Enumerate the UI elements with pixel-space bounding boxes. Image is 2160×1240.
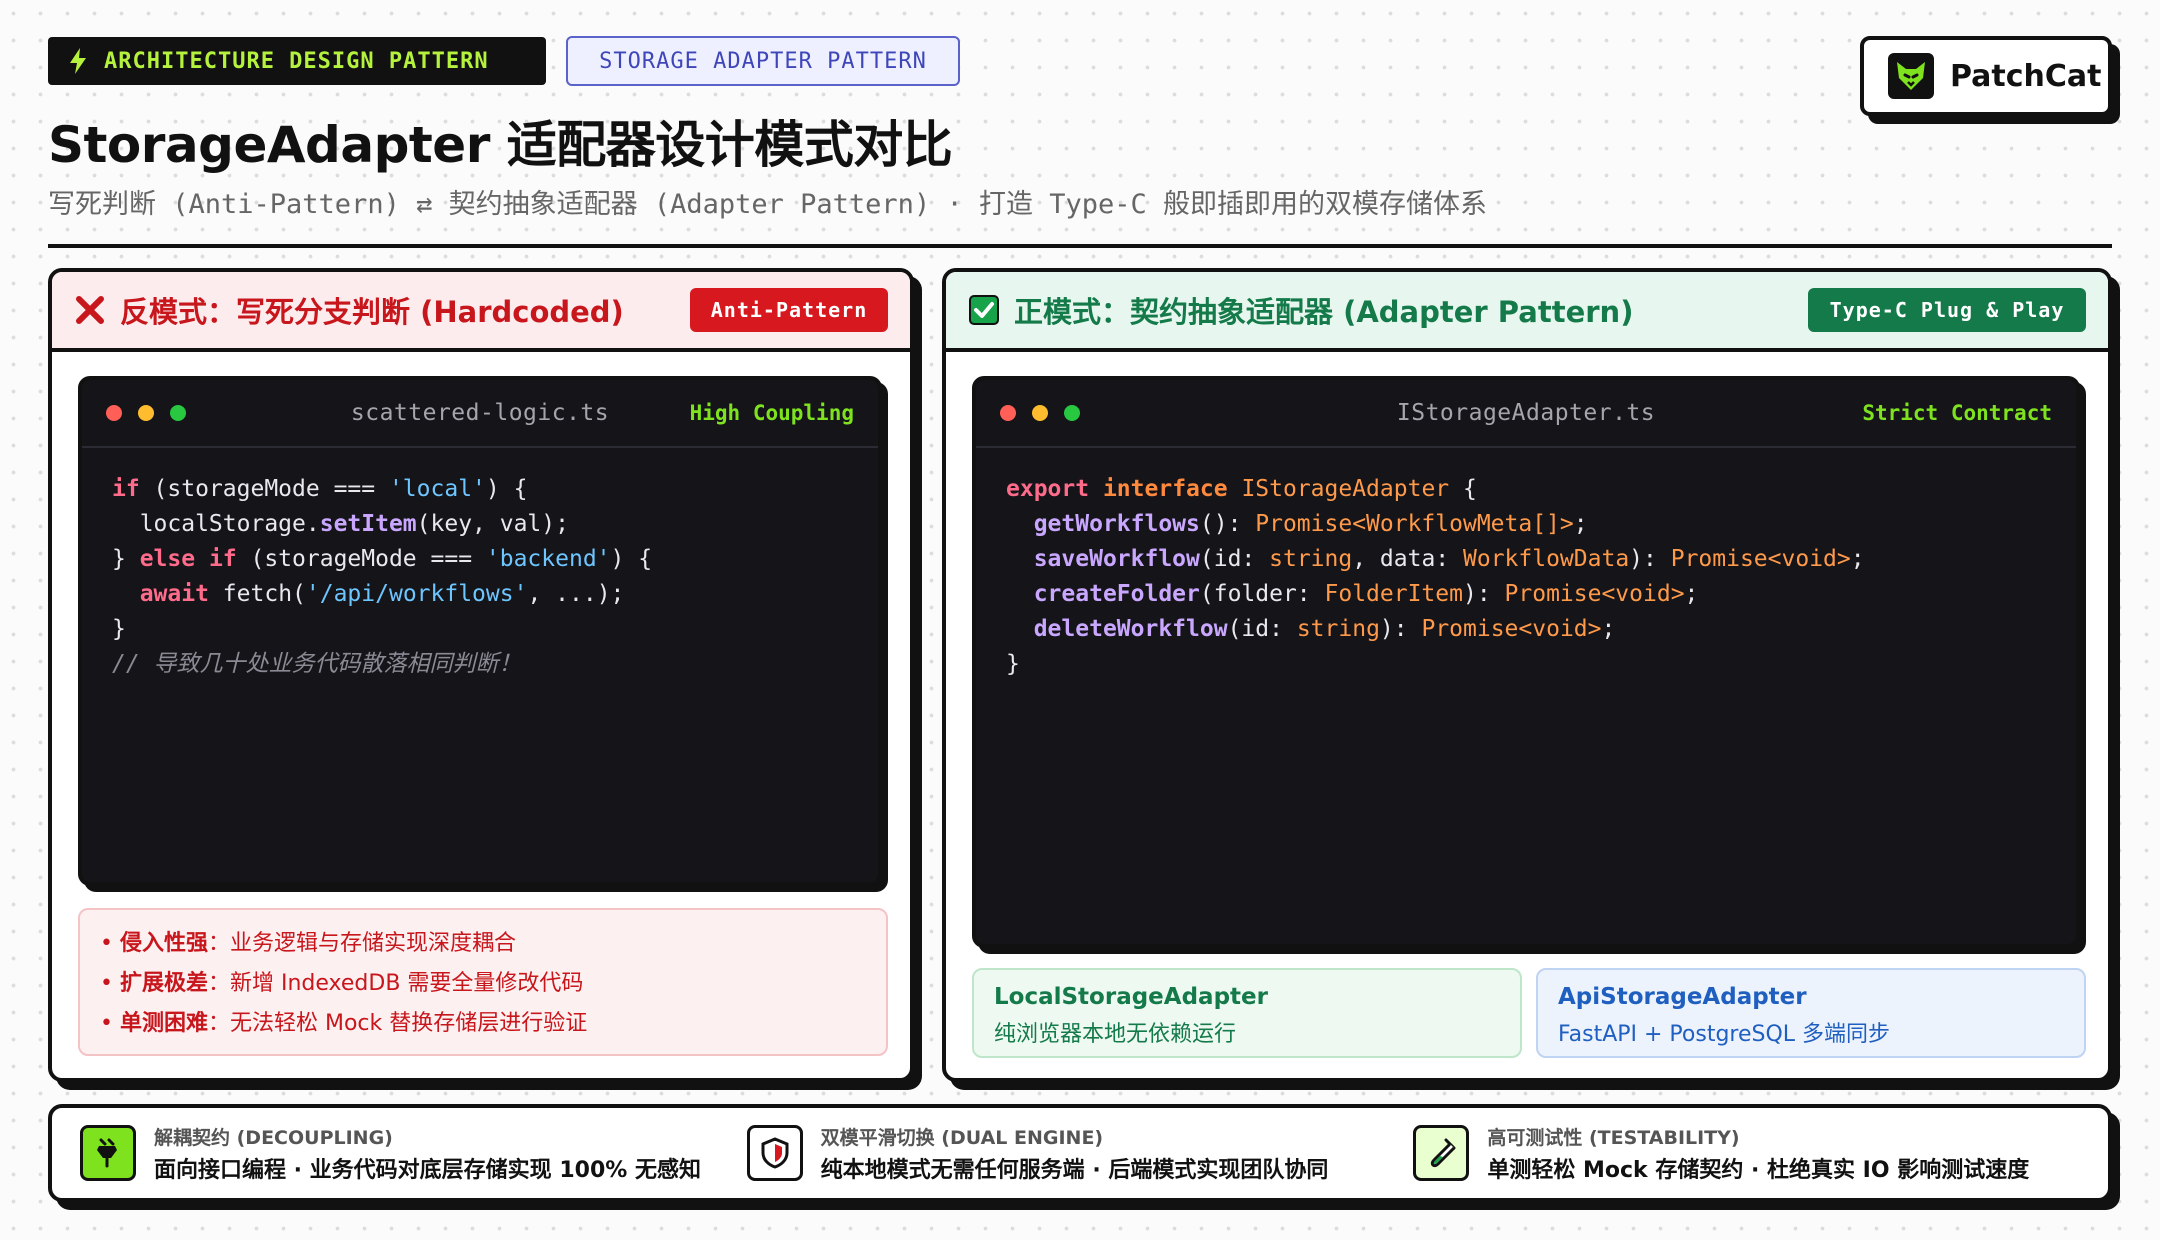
maximize-dot-icon (1064, 405, 1080, 421)
window-dots (1000, 405, 1080, 421)
features-footer: 解耦契约 (DECOUPLING) 面向接口编程 · 业务代码对底层存储实现 1… (48, 1104, 2112, 1202)
shield-icon (746, 1125, 803, 1181)
feature-description: 纯本地模式无需任何服务端 · 后端模式实现团队协同 (820, 1157, 1329, 1183)
code-line: } (112, 616, 126, 642)
adapter-pattern-badge: Type-C Plug & Play (1808, 288, 2086, 332)
adapter-code-titlebar: IStorageAdapter.ts Strict Contract (976, 380, 2076, 448)
drawback-item: • 侵入性强：业务逻辑与存储实现深度耦合 (100, 931, 517, 956)
anti-pattern-badge: Anti-Pattern (690, 288, 888, 332)
code-line: localStorage.setItem(key, val); (112, 511, 569, 537)
drawback-item: • 单测困难：无法轻松 Mock 替换存储层进行验证 (100, 1011, 588, 1036)
adapter-pattern-panel: 正模式：契约抽象适配器 (Adapter Pattern) Type-C Plu… (942, 268, 2112, 1082)
architecture-tag-label: ARCHITECTURE DESIGN PATTERN (104, 48, 489, 74)
storage-pattern-tag: STORAGE ADAPTER PATTERN (566, 36, 960, 86)
page-subtitle: 写死判断 (Anti-Pattern) ⇄ 契约抽象适配器 (Adapter P… (48, 189, 1488, 220)
local-storage-adapter-card: LocalStorageAdapter 纯浏览器本地无依赖运行 (972, 968, 1522, 1058)
anti-code-titlebar: scattered-logic.ts High Coupling (82, 380, 878, 448)
feature-dual-engine: 双模平滑切换 (DUAL ENGINE) 纯本地模式无需任何服务端 · 后端模式… (746, 1123, 1414, 1184)
minimize-dot-icon (138, 405, 154, 421)
code-line: await fetch('/api/workflows', ...); (139, 581, 625, 607)
anti-pattern-title: 反模式：写死分支判断 (Hardcoded) (120, 295, 624, 329)
test-tube-icon (1413, 1125, 1470, 1181)
adapter-name: ApiStorageAdapter (1558, 984, 1807, 1010)
anti-pattern-panel: 反模式：写死分支判断 (Hardcoded) Anti-Pattern scat… (48, 268, 914, 1082)
minimize-dot-icon (1032, 405, 1048, 421)
adapter-pattern-title: 正模式：契约抽象适配器 (Adapter Pattern) (1014, 295, 1634, 329)
anti-code-window: scattered-logic.ts High Coupling if (sto… (78, 376, 882, 886)
check-icon (968, 294, 1000, 326)
code-line: deleteWorkflow(id: string): Promise<void… (1033, 616, 1616, 642)
adapter-name: LocalStorageAdapter (994, 984, 1268, 1010)
close-dot-icon (1000, 405, 1016, 421)
code-line: saveWorkflow(id: string, data: WorkflowD… (1033, 546, 1865, 572)
code-line: getWorkflows(): Promise<WorkflowMeta[]>; (1033, 511, 1588, 537)
brand-name: PatchCat (1950, 58, 2102, 94)
adapter-code-window: IStorageAdapter.ts Strict Contract expor… (972, 376, 2080, 948)
architecture-tag: ARCHITECTURE DESIGN PATTERN (48, 37, 546, 85)
page-title: StorageAdapter 适配器设计模式对比 (48, 116, 953, 174)
feature-label: 解耦契约 (DECOUPLING) (154, 1126, 393, 1149)
feature-label: 高可测试性 (TESTABILITY) (1487, 1126, 1740, 1149)
anti-pattern-drawbacks: • 侵入性强：业务逻辑与存储实现深度耦合 • 扩展极差：新增 IndexedDB… (78, 908, 888, 1056)
close-dot-icon (106, 405, 122, 421)
adapter-description: FastAPI + PostgreSQL 多端同步 (1558, 1022, 1891, 1047)
window-dots (106, 405, 186, 421)
anti-code-tag: High Coupling (689, 401, 854, 425)
adapter-pattern-header: 正模式：契约抽象适配器 (Adapter Pattern) Type-C Plu… (946, 272, 2108, 352)
lightning-icon (70, 48, 86, 74)
adapter-description: 纯浏览器本地无依赖运行 (994, 1022, 1237, 1047)
anti-pattern-header: 反模式：写死分支判断 (Hardcoded) Anti-Pattern (52, 272, 910, 352)
plug-icon (80, 1125, 136, 1181)
storage-pattern-tag-label: STORAGE ADAPTER PATTERN (599, 48, 927, 74)
patchcat-logo-icon (1888, 53, 1934, 99)
api-storage-adapter-card: ApiStorageAdapter FastAPI + PostgreSQL 多… (1536, 968, 2086, 1058)
header-divider (48, 244, 2112, 248)
feature-testability: 高可测试性 (TESTABILITY) 单测轻松 Mock 存储契约 · 杜绝真… (1413, 1123, 2080, 1184)
feature-label: 双模平滑切换 (DUAL ENGINE) (820, 1126, 1104, 1149)
feature-decoupling: 解耦契约 (DECOUPLING) 面向接口编程 · 业务代码对底层存储实现 1… (80, 1123, 747, 1184)
anti-code-body: if (storageMode === 'local') { localStor… (82, 448, 878, 706)
code-line: } else if (storageMode === 'backend') { (112, 546, 653, 572)
adapter-code-tag: Strict Contract (1862, 401, 2052, 425)
code-line: createFolder(folder: FolderItem): Promis… (1033, 581, 1699, 607)
feature-description: 面向接口编程 · 业务代码对底层存储实现 100% 无感知 (154, 1157, 701, 1183)
code-comment: // 导致几十处业务代码散落相同判断！ (112, 651, 522, 677)
feature-description: 单测轻松 Mock 存储契约 · 杜绝真实 IO 影响测试速度 (1487, 1157, 2030, 1183)
code-line: export interface IStorageAdapter { (1006, 476, 1477, 502)
adapter-code-body: export interface IStorageAdapter { getWo… (976, 448, 2076, 706)
code-line: } (1006, 651, 1020, 677)
brand-badge: PatchCat (1860, 36, 2112, 116)
maximize-dot-icon (170, 405, 186, 421)
drawback-item: • 扩展极差：新增 IndexedDB 需要全量修改代码 (100, 971, 584, 996)
cross-icon (74, 294, 106, 326)
code-line: if (storageMode === 'local') { (112, 476, 528, 502)
